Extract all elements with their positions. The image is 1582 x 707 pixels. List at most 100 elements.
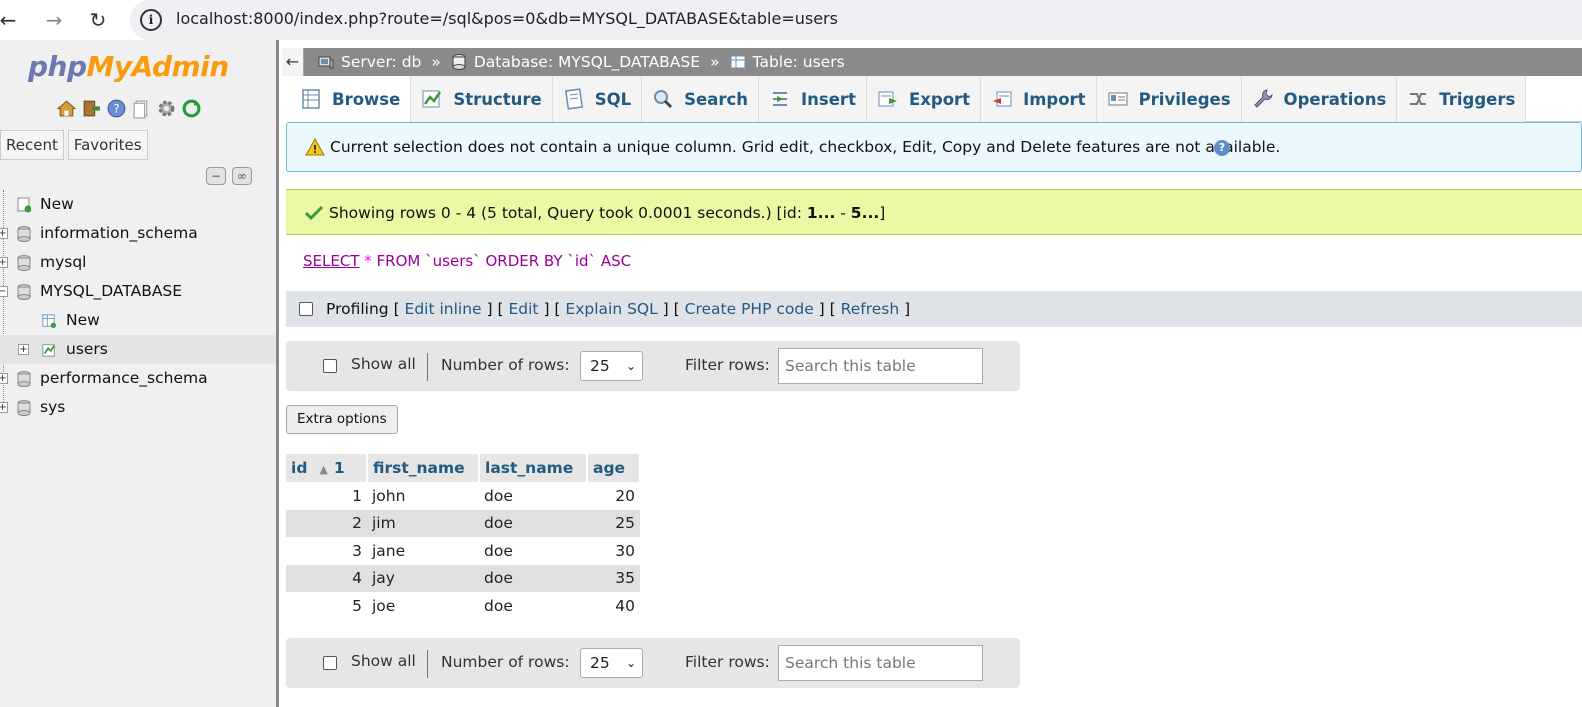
tree-item-users[interactable]: + users (0, 335, 276, 364)
column-header-age[interactable]: age (587, 454, 641, 482)
breadcrumb-server-label[interactable]: Server: db (341, 48, 421, 76)
favorites-tab[interactable]: Favorites (67, 130, 148, 160)
collapse-sidebar-arrow-icon[interactable]: ← (282, 48, 304, 76)
expand-icon[interactable]: + (18, 344, 29, 355)
profiling-checkbox[interactable] (299, 302, 313, 316)
tree-item-mysql-database[interactable]: − MYSQL_DATABASE (0, 277, 276, 306)
forward-arrow-icon[interactable]: → (40, 6, 68, 34)
tab-operations[interactable]: Operations (1241, 76, 1398, 122)
show-all-checkbox[interactable] (323, 656, 337, 670)
show-all-label[interactable]: Show all (351, 355, 416, 373)
tree-item-performance-schema[interactable]: + performance_schema (0, 364, 276, 393)
recent-tab[interactable]: Recent (0, 130, 64, 160)
tab-label[interactable]: Triggers (1439, 90, 1515, 109)
breadcrumb-server[interactable]: Server: db (318, 48, 421, 76)
divider (427, 650, 428, 678)
tree-label[interactable]: performance_schema (40, 364, 208, 393)
documentation-icon[interactable] (131, 98, 152, 119)
reload-navigation-icon[interactable] (181, 98, 202, 119)
breadcrumb-table-label[interactable]: Table: users (753, 48, 845, 76)
collapse-icon[interactable]: − (0, 286, 8, 297)
column-header-label[interactable]: id (291, 459, 307, 477)
filter-rows-input[interactable]: Search this table (778, 348, 983, 384)
help-icon[interactable]: ? (1214, 140, 1230, 156)
tab-label[interactable]: Structure (453, 90, 541, 109)
tree-label[interactable]: New (66, 306, 100, 335)
breadcrumb-database[interactable]: Database: MYSQL_DATABASE (451, 48, 700, 76)
back-arrow-icon[interactable]: ← (0, 6, 22, 34)
tree-item-sys[interactable]: + sys (0, 393, 276, 422)
tab-browse[interactable]: Browse (290, 76, 412, 122)
expand-icon[interactable]: + (0, 402, 8, 413)
number-of-rows-label: Number of rows: (441, 356, 570, 374)
address-bar[interactable]: i localhost:8000/index.php?route=/sql&po… (130, 0, 1582, 40)
tree-item-new[interactable]: New (0, 190, 276, 219)
tree-label[interactable]: mysql (40, 248, 87, 277)
tree-label[interactable]: New (40, 190, 74, 219)
wrench-icon (1253, 89, 1273, 108)
number-of-rows-select[interactable]: 25 ⌄ (580, 351, 643, 381)
tab-privileges[interactable]: Privileges (1096, 76, 1242, 122)
column-header-id[interactable]: id ▲ 1 (286, 454, 368, 482)
edit-link[interactable]: Edit (508, 300, 538, 318)
tab-label[interactable]: Import (1023, 90, 1086, 109)
tree-label[interactable]: MYSQL_DATABASE (40, 277, 182, 306)
table-tabs: Browse Structure SQL Search Insert Expor… (290, 76, 1582, 122)
sql-table: `users` (425, 252, 481, 270)
column-header-label[interactable]: last_name (485, 459, 573, 477)
tab-sql[interactable]: SQL (552, 76, 643, 122)
tree-label[interactable]: users (66, 335, 108, 364)
link-with-main-icon[interactable]: ∞ (232, 167, 252, 185)
sort-order-label: 1 (333, 459, 345, 477)
edit-inline-link[interactable]: Edit inline (405, 300, 482, 318)
show-all-checkbox[interactable] (323, 359, 337, 373)
cell-id: 4 (286, 564, 367, 592)
site-info-icon[interactable]: i (140, 9, 162, 31)
tab-search[interactable]: Search (642, 76, 760, 122)
tab-import[interactable]: Import (981, 76, 1097, 122)
breadcrumb-database-label[interactable]: Database: MYSQL_DATABASE (474, 48, 700, 76)
column-header-first-name[interactable]: first_name (367, 454, 480, 482)
tab-label[interactable]: Export (909, 90, 970, 109)
settings-gear-icon[interactable] (156, 98, 177, 119)
reload-icon[interactable]: ↻ (84, 6, 112, 34)
database-icon (17, 255, 31, 271)
tab-label[interactable]: Privileges (1139, 90, 1231, 109)
number-of-rows-select[interactable]: 25 ⌄ (580, 648, 643, 678)
help-icon[interactable]: ? (106, 98, 127, 119)
column-header-last-name[interactable]: last_name (479, 454, 588, 482)
sql-select-keyword[interactable]: SELECT (303, 252, 359, 270)
url-text[interactable]: localhost:8000/index.php?route=/sql&pos=… (176, 9, 838, 28)
tab-label[interactable]: Browse (332, 90, 400, 109)
tab-label[interactable]: Operations (1284, 90, 1387, 109)
explain-sql-link[interactable]: Explain SQL (565, 300, 657, 318)
collapse-all-icon[interactable]: − (206, 167, 226, 185)
tab-structure[interactable]: Structure (411, 76, 553, 122)
tree-item-information-schema[interactable]: + information_schema (0, 219, 276, 248)
tree-label[interactable]: information_schema (40, 219, 198, 248)
tree-label[interactable]: sys (40, 393, 65, 422)
tab-insert[interactable]: Insert (759, 76, 867, 122)
phpmyadmin-logo[interactable]: phpMyAdmin (28, 50, 229, 83)
expand-icon[interactable]: + (0, 257, 8, 268)
refresh-link[interactable]: Refresh (841, 300, 900, 318)
show-all-label[interactable]: Show all (351, 652, 416, 670)
column-header-label[interactable]: age (593, 459, 625, 477)
extra-options-button[interactable]: Extra options (286, 405, 398, 434)
column-header-label[interactable]: first_name (373, 459, 465, 477)
tab-triggers[interactable]: Triggers (1397, 76, 1527, 122)
tab-label[interactable]: Search (684, 90, 748, 109)
tree-item-new-table[interactable]: New (0, 306, 276, 335)
filter-rows-input[interactable]: Search this table (778, 645, 983, 681)
expand-icon[interactable]: + (0, 228, 8, 239)
breadcrumb-table[interactable]: Table: users (730, 48, 845, 76)
tab-label[interactable]: SQL (595, 90, 631, 109)
expand-icon[interactable]: + (0, 373, 8, 384)
logout-icon[interactable] (81, 98, 102, 119)
profiling-label[interactable]: Profiling (326, 300, 389, 318)
tree-item-mysql[interactable]: + mysql (0, 248, 276, 277)
tab-label[interactable]: Insert (801, 90, 856, 109)
create-php-code-link[interactable]: Create PHP code (685, 300, 814, 318)
home-icon[interactable] (56, 98, 77, 119)
tab-export[interactable]: Export (866, 76, 982, 122)
